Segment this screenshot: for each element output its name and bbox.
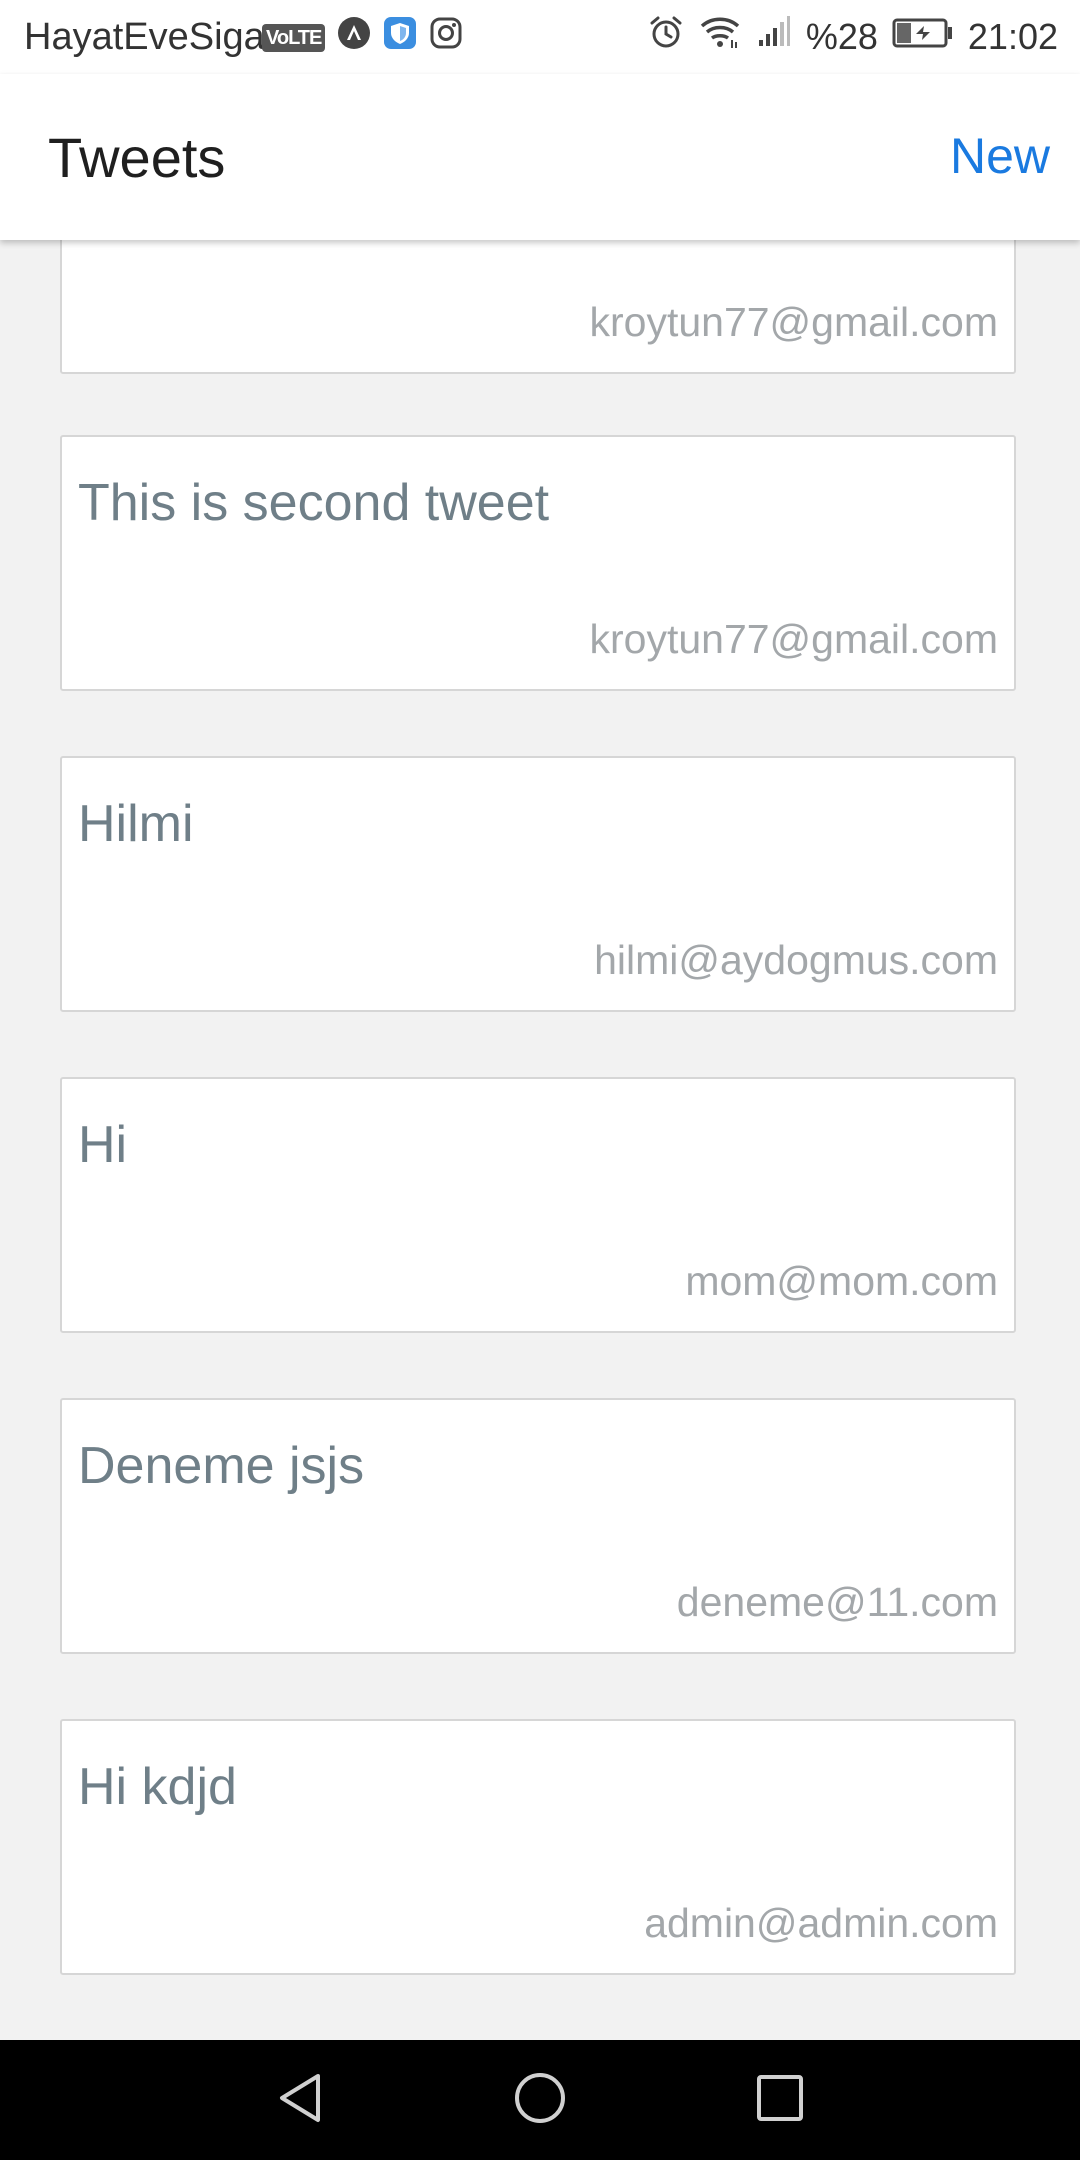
battery-percent: %28 — [805, 16, 878, 57]
recents-icon — [754, 2072, 806, 2129]
page-title: Tweets — [48, 126, 226, 189]
tweet-author-email: deneme@11.com — [676, 1579, 998, 1625]
back-button[interactable] — [260, 2060, 340, 2140]
signal-icon — [756, 14, 792, 60]
tweet-list[interactable]: kroytun77@gmail.com This is second tweet… — [0, 240, 1080, 2040]
battery-charging-icon — [892, 16, 954, 59]
clock: 21:02 — [967, 16, 1058, 57]
screen: HayatEveSigar VoLTE %28 21:02 Tweets New… — [0, 0, 1080, 2160]
tweet-card[interactable]: kroytun77@gmail.com — [60, 240, 1016, 374]
volte-icon: VoLTE — [262, 24, 326, 52]
home-button[interactable] — [500, 2060, 580, 2140]
tweet-text: Hilmi — [78, 795, 194, 853]
tweet-author-email: hilmi@aydogmus.com — [594, 937, 998, 983]
system-status: %28 21:02 — [648, 15, 1058, 59]
tweet-author-email: admin@admin.com — [644, 1900, 998, 1946]
app-header: Tweets New — [0, 74, 1080, 240]
tweet-card[interactable]: Hi kdjd admin@admin.com — [60, 1719, 1016, 1975]
tweet-author-email: kroytun77@gmail.com — [589, 616, 999, 662]
navigation-bar — [0, 2040, 1080, 2160]
tweet-card[interactable]: Deneme jsjs deneme@11.com — [60, 1398, 1016, 1654]
tweet-text: This is second tweet — [78, 474, 550, 532]
home-icon — [512, 2070, 568, 2131]
tweet-card[interactable]: This is second tweet kroytun77@gmail.com — [60, 435, 1016, 691]
notification-icons: VoLTE — [262, 16, 463, 60]
shield-icon — [383, 16, 417, 60]
wifi-icon — [698, 14, 742, 60]
status-bar: HayatEveSigar VoLTE %28 21:02 — [0, 0, 1080, 74]
tweet-card[interactable]: Hilmi hilmi@aydogmus.com — [60, 756, 1016, 1012]
alarm-icon — [648, 14, 684, 60]
tweet-author-email: mom@mom.com — [685, 1258, 998, 1304]
recents-button[interactable] — [740, 2060, 820, 2140]
tweet-text: Deneme jsjs — [78, 1437, 365, 1495]
tweet-text: Hi kdjd — [78, 1758, 237, 1816]
new-tweet-button[interactable]: New — [950, 126, 1050, 186]
tweet-author-email: kroytun77@gmail.com — [589, 299, 999, 345]
carrier-name: HayatEveSigar — [24, 16, 278, 58]
back-icon — [274, 2070, 326, 2131]
tweet-text: Hi — [78, 1116, 128, 1174]
autonavi-icon — [337, 16, 371, 60]
instagram-icon — [429, 16, 463, 60]
tweet-card[interactable]: Hi mom@mom.com — [60, 1077, 1016, 1333]
